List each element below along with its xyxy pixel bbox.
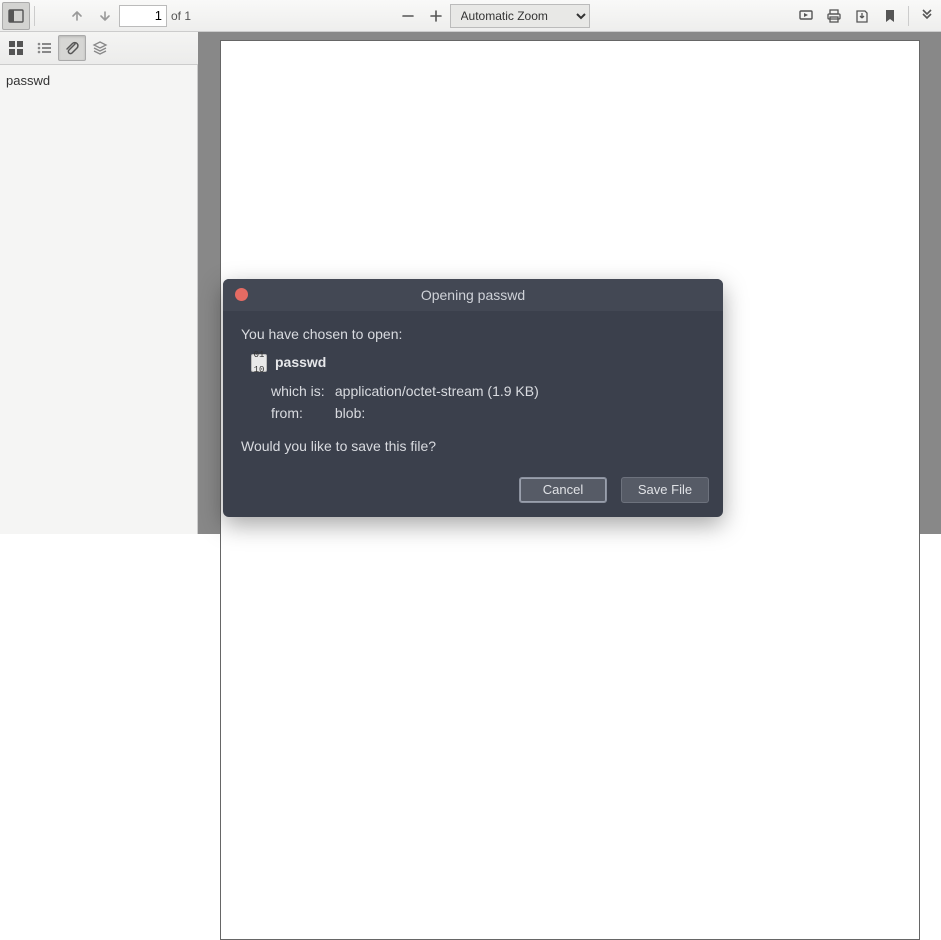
dialog-body: You have chosen to open: 0110 passwd whi… [223, 311, 723, 471]
cancel-button[interactable]: Cancel [519, 477, 607, 503]
bookmark-button[interactable] [876, 2, 904, 30]
page-count-label: of 1 [171, 9, 191, 23]
dialog-file-row: 0110 passwd [251, 351, 705, 373]
dialog-question: Would you like to save this file? [241, 435, 705, 457]
tools-menu-button[interactable] [913, 2, 941, 30]
outline-tab[interactable] [30, 35, 58, 61]
sidebar-attachments-panel: passwd [0, 65, 198, 534]
thumbnails-tab[interactable] [2, 35, 30, 61]
page-number-input[interactable] [119, 5, 167, 27]
prev-page-button[interactable] [63, 2, 91, 30]
dialog-title: Opening passwd [223, 287, 723, 303]
sidebar-toggle-button[interactable] [2, 2, 30, 30]
zoom-in-button[interactable] [422, 2, 450, 30]
dialog-from: from: blob: [271, 402, 705, 424]
dialog-file-name: passwd [275, 351, 326, 373]
attachments-tab[interactable] [58, 35, 86, 61]
print-button[interactable] [820, 2, 848, 30]
dialog-intro-text: You have chosen to open: [241, 323, 705, 345]
next-page-button[interactable] [91, 2, 119, 30]
presentation-button[interactable] [792, 2, 820, 30]
dialog-which-is: which is: application/octet-stream (1.9 … [271, 380, 705, 402]
which-is-value: application/octet-stream (1.9 KB) [335, 383, 539, 399]
dialog-close-button[interactable] [235, 288, 248, 301]
toolbar-separator [34, 6, 35, 26]
which-is-label: which is: [271, 380, 331, 402]
open-file-dialog: Opening passwd You have chosen to open: … [223, 279, 723, 517]
main-toolbar: of 1 Automatic Zoom [0, 0, 941, 32]
attachment-item[interactable]: passwd [4, 71, 193, 90]
from-value: blob: [335, 405, 365, 421]
save-file-button[interactable]: Save File [621, 477, 709, 503]
zoom-out-button[interactable] [394, 2, 422, 30]
binary-file-icon: 0110 [251, 354, 267, 372]
layers-tab[interactable] [86, 35, 114, 61]
dialog-titlebar: Opening passwd [223, 279, 723, 311]
download-button[interactable] [848, 2, 876, 30]
zoom-select[interactable]: Automatic Zoom [450, 4, 590, 28]
from-label: from: [271, 402, 331, 424]
dialog-actions: Cancel Save File [223, 471, 723, 517]
sidebar-tabs [0, 32, 198, 65]
toolbar-separator [908, 6, 909, 26]
